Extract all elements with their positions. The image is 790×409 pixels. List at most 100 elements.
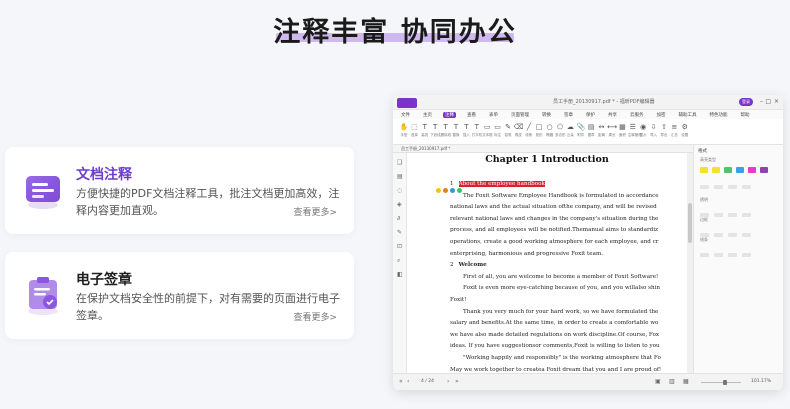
ribbon-tool[interactable]: ▦ 面积 bbox=[617, 123, 627, 138]
fit-width-icon[interactable]: ▦ bbox=[683, 378, 689, 385]
zoom-level[interactable]: 101.17% bbox=[751, 379, 771, 384]
ribbon-tool[interactable]: ⟷ 周长 bbox=[607, 123, 617, 138]
attachment-icon[interactable]: ∂ bbox=[397, 215, 400, 222]
tags-icon[interactable]: ◧ bbox=[397, 271, 403, 278]
menu-item[interactable]: 表单 bbox=[487, 112, 500, 118]
menu-item[interactable]: 共享 bbox=[606, 112, 619, 118]
ribbon-tool[interactable]: T 删除线 bbox=[441, 123, 452, 138]
panel-option[interactable] bbox=[728, 213, 737, 217]
menu-item[interactable]: 签章 bbox=[562, 112, 575, 118]
ribbon-tool[interactable]: ⚙ 设置 bbox=[680, 123, 690, 138]
panel-option[interactable] bbox=[728, 185, 737, 189]
ribbon-tool[interactable]: T 打字机 bbox=[472, 123, 483, 138]
panel-option[interactable] bbox=[742, 233, 751, 237]
zoom-slider[interactable] bbox=[701, 382, 741, 383]
panel-section-label: 透明 bbox=[700, 197, 708, 202]
menu-item[interactable]: 加密 bbox=[655, 112, 668, 118]
see-more-link[interactable]: 查看更多> bbox=[293, 205, 337, 218]
maximize-icon[interactable]: □ bbox=[765, 98, 771, 105]
see-more-link[interactable]: 查看更多> bbox=[293, 310, 337, 323]
panel-option[interactable] bbox=[742, 213, 751, 217]
feature-card-signature[interactable]: 电子签章 在保护文档安全性的前提下，对有需要的页面进行电子签章。 查看更多> bbox=[5, 252, 354, 339]
panel-option[interactable] bbox=[700, 253, 709, 257]
signature-icon[interactable]: ✎ bbox=[397, 229, 402, 236]
last-page-icon[interactable]: » bbox=[455, 378, 459, 385]
next-page-icon[interactable]: › bbox=[447, 378, 449, 385]
two-page-icon[interactable]: ▥ bbox=[669, 378, 675, 385]
ribbon-tool[interactable]: □ 矩形 bbox=[534, 123, 544, 138]
page-indicator[interactable]: 4 / 24 bbox=[421, 379, 434, 384]
bookmark-icon[interactable]: ❑ bbox=[397, 159, 402, 166]
prev-page-icon[interactable]: ‹ bbox=[407, 378, 409, 385]
color-swatch[interactable] bbox=[724, 167, 732, 173]
view-mode-icon[interactable]: ▣ bbox=[655, 378, 661, 385]
menu-item[interactable]: 辅助工具 bbox=[677, 112, 699, 118]
ribbon-tool[interactable]: ⌫ 橡皮 bbox=[513, 123, 523, 138]
menu-item[interactable]: 文件 bbox=[399, 112, 412, 118]
ribbon-tool[interactable]: ✎ 铅笔 bbox=[503, 123, 513, 138]
menu-item[interactable]: 注释 bbox=[443, 111, 456, 118]
menu-item[interactable]: 主页 bbox=[421, 112, 434, 118]
tool-label: 文本框 bbox=[482, 133, 493, 137]
panel-option[interactable] bbox=[700, 213, 709, 217]
panel-option[interactable] bbox=[714, 185, 723, 189]
security-icon[interactable]: ⊡ bbox=[397, 243, 402, 250]
panel-option[interactable] bbox=[728, 233, 737, 237]
close-icon[interactable]: × bbox=[774, 98, 779, 105]
layers-icon[interactable]: ◈ bbox=[397, 201, 402, 208]
minimize-icon[interactable]: – bbox=[760, 98, 763, 105]
tool-label: 矩形 bbox=[535, 133, 543, 137]
first-page-icon[interactable]: « bbox=[399, 378, 403, 385]
ribbon-tool[interactable]: ✋ 手型 bbox=[399, 123, 409, 138]
ribbon-tool[interactable]: ☁ 云朵 bbox=[565, 123, 575, 138]
ribbon-tool[interactable]: ☰ 注释管理 bbox=[628, 123, 642, 138]
line-text: Thank you very much for your hard work, … bbox=[463, 308, 659, 315]
zoom-slider-knob[interactable] bbox=[723, 380, 727, 385]
color-swatch[interactable] bbox=[700, 167, 708, 173]
menu-item[interactable]: 转换 bbox=[540, 112, 553, 118]
scroll-thumb[interactable] bbox=[688, 203, 692, 243]
ribbon-tool[interactable]: ⬠ 多边形 bbox=[555, 123, 566, 138]
menu-item[interactable]: 查看 bbox=[465, 112, 478, 118]
menu-item[interactable]: 页面管理 bbox=[509, 112, 531, 118]
panel-option[interactable] bbox=[714, 213, 723, 217]
menu-item[interactable]: 云服务 bbox=[628, 112, 646, 118]
ribbon-tool[interactable]: ⇧ 导出 bbox=[659, 123, 669, 138]
ribbon-tool[interactable]: T 替换 bbox=[451, 123, 461, 138]
ribbon-tool[interactable]: T 下划线 bbox=[430, 123, 441, 138]
color-swatch[interactable] bbox=[748, 167, 756, 173]
panel-option[interactable] bbox=[714, 253, 723, 257]
ribbon-tool[interactable]: ▤ 图章 bbox=[586, 123, 596, 138]
panel-option[interactable] bbox=[742, 185, 751, 189]
ribbon-tool[interactable]: ▭ 标注 bbox=[493, 123, 503, 138]
menu-item[interactable]: 帮助 bbox=[739, 112, 752, 118]
color-swatch[interactable] bbox=[760, 167, 768, 173]
document-page[interactable]: Chapter 1 Introduction 1 About the employ… bbox=[407, 153, 687, 373]
menu-item[interactable]: 保护 bbox=[584, 112, 597, 118]
ribbon-tool[interactable]: ▭ 文本框 bbox=[482, 123, 493, 138]
ribbon-tool[interactable]: ⇩ 导入 bbox=[649, 123, 659, 138]
panel-option[interactable] bbox=[728, 253, 737, 257]
panel-option[interactable] bbox=[700, 185, 709, 189]
pages-icon[interactable]: ▤ bbox=[397, 173, 403, 180]
color-swatch[interactable] bbox=[736, 167, 744, 173]
login-button[interactable]: 登录 bbox=[739, 98, 753, 106]
ribbon-tool[interactable]: ○ 椭圆 bbox=[545, 123, 555, 138]
ribbon-tool[interactable]: 📎 附件 bbox=[576, 123, 586, 138]
ribbon-tool[interactable]: ◉ 显示 bbox=[638, 123, 648, 138]
color-swatch[interactable] bbox=[712, 167, 720, 173]
search-icon[interactable]: ⌕ bbox=[397, 257, 400, 265]
document-tab[interactable]: 员工手册_20130917.pdf * bbox=[401, 146, 450, 152]
ribbon-tool[interactable]: ╱ 线条 bbox=[524, 123, 534, 138]
feature-card-annotation[interactable]: 文档注释 方便快捷的PDF文档注释工具，批注文档更加高效，注释内容更加直观。 查… bbox=[5, 147, 354, 234]
comment-icon[interactable]: ◌ bbox=[397, 187, 402, 194]
ribbon-tool[interactable]: T 高亮 bbox=[420, 123, 430, 138]
ribbon-tool[interactable]: ≡ 汇总 bbox=[669, 123, 679, 138]
ribbon-tool[interactable]: ⬚ 选择 bbox=[409, 123, 419, 138]
panel-option[interactable] bbox=[714, 233, 723, 237]
menu-item[interactable]: 特色功能 bbox=[708, 112, 730, 118]
panel-option[interactable] bbox=[700, 233, 709, 237]
ribbon-tool[interactable]: ↔ 距离 bbox=[597, 123, 607, 138]
ribbon-tool[interactable]: T 插入 bbox=[461, 123, 471, 138]
panel-option[interactable] bbox=[742, 253, 751, 257]
